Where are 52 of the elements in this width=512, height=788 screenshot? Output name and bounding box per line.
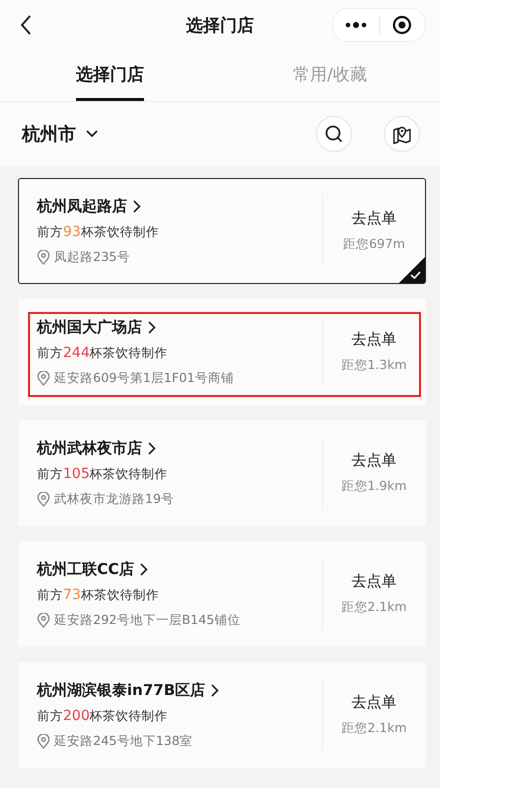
chevron-right-icon xyxy=(140,562,148,576)
distance-text: 距您2.1km xyxy=(341,720,407,737)
back-icon[interactable] xyxy=(20,15,32,35)
location-icon xyxy=(37,250,50,264)
location-icon xyxy=(37,492,50,506)
more-icon xyxy=(344,22,367,28)
map-button[interactable] xyxy=(384,116,420,152)
location-icon xyxy=(37,370,50,386)
store-address: 延安路609号第1层1F01号商铺 xyxy=(54,370,234,386)
distance-text: 距您1.9km xyxy=(341,478,407,495)
queue-text: 前方200杯茶饮待制作 xyxy=(37,708,169,724)
store-address: 武林夜市龙游路19号 xyxy=(54,490,174,508)
store-address: 凤起路235号 xyxy=(54,248,130,266)
selected-check-icon xyxy=(399,257,425,283)
chevron-right-icon xyxy=(148,320,156,334)
store-address: 延安路292号地下一层B145铺位 xyxy=(54,612,240,628)
page-title: 选择门店 xyxy=(185,14,255,36)
queue-text: 前方244杯茶饮待制作 xyxy=(37,344,169,362)
chevron-right-icon xyxy=(133,200,141,212)
distance-text: 距您2.1km xyxy=(341,599,407,616)
search-icon xyxy=(325,125,343,143)
city-selector[interactable]: 杭州市 xyxy=(22,122,98,146)
store-card[interactable]: 杭州工联CC店 前方73杯茶饮待制作 延安路292号地下一层B145铺位 去点单 距您2.1km xyxy=(18,541,426,647)
store-card[interactable]: 杭州国大广场店 前方244杯茶饮待制作 延安路609号第1层1F01号商铺 去点单 距您1.3km xyxy=(18,299,426,405)
queue-text: 前方105杯茶饮待制作 xyxy=(37,466,169,482)
store-name[interactable]: 杭州武林夜市店 xyxy=(37,438,156,458)
store-name[interactable]: 杭州湖滨银泰in77B区店 xyxy=(37,680,220,700)
store-name[interactable]: 杭州国大广场店 xyxy=(37,318,156,336)
order-button[interactable]: 去点单 xyxy=(352,693,396,712)
tab[interactable]: 选择门店 xyxy=(76,50,144,101)
chevron-right-icon xyxy=(148,442,156,454)
map-pin-icon xyxy=(392,124,412,144)
store-card[interactable]: 杭州湖滨银泰in77B区店 前方200杯茶饮待制作 延安路245号地下138室 去点单 距您2.1km xyxy=(18,662,426,768)
location-icon xyxy=(37,734,50,748)
distance-text: 距您1.3km xyxy=(341,357,407,374)
order-button[interactable]: 去点单 xyxy=(352,451,396,470)
store-address: 延安路245号地下138室 xyxy=(54,732,193,750)
order-button[interactable]: 去点单 xyxy=(352,572,396,591)
queue-text: 前方73杯茶饮待制作 xyxy=(37,586,160,604)
store-card[interactable]: 杭州武林夜市店 前方105杯茶饮待制作 武林夜市龙游路19号 去点单 距您1.9km xyxy=(18,420,426,526)
chevron-down-icon xyxy=(86,130,98,138)
order-button[interactable]: 去点单 xyxy=(352,330,396,349)
store-name[interactable]: 杭州凤起路店 xyxy=(37,196,141,216)
distance-text: 距您697m xyxy=(342,236,406,253)
chevron-right-icon xyxy=(211,684,220,696)
search-button[interactable] xyxy=(316,116,352,152)
queue-text: 前方93杯茶饮待制作 xyxy=(37,224,160,240)
store-card[interactable]: 杭州凤起路店 前方93杯茶饮待制作 凤起路235号 去点单 距您697m xyxy=(18,178,426,284)
store-name[interactable]: 杭州工联CC店 xyxy=(37,560,148,578)
location-icon xyxy=(37,612,50,628)
target-icon xyxy=(392,15,412,35)
order-button[interactable]: 去点单 xyxy=(352,209,396,228)
